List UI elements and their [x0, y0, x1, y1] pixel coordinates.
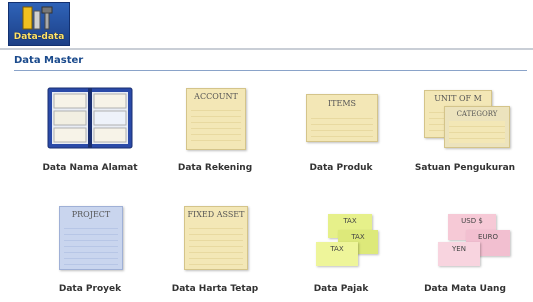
project-document-icon: Project: [35, 204, 145, 274]
data-data-logo-button[interactable]: Data-data: [8, 2, 70, 46]
tile-data-mata-uang[interactable]: USD $ EURO YEN Data Mata Uang: [410, 204, 520, 302]
tile-label: Data Rekening: [177, 163, 253, 173]
tile-label: Data Pajak: [313, 284, 369, 294]
tile-label: Satuan Pengukuran: [414, 163, 516, 173]
tools-icon: [22, 6, 53, 30]
icon-text: Fixed Asset: [187, 210, 245, 219]
tile-label: Data Harta Tetap: [171, 284, 259, 294]
tile-label: Data Proyek: [58, 284, 122, 294]
tax-notes-icon: TAX TAX TAX: [286, 204, 396, 274]
icon-text: Unit of M: [434, 94, 482, 103]
tile-label: Data Produk: [309, 163, 373, 173]
section-divider: [14, 70, 527, 71]
tile-data-harta-tetap[interactable]: Fixed Asset Data Harta Tetap: [160, 204, 270, 302]
icon-text: Project: [71, 210, 111, 219]
tile-label: Data Nama Alamat: [42, 163, 138, 173]
note: YEN: [438, 242, 480, 266]
top-toolbar: Data-data: [0, 0, 533, 48]
icon-text: Items: [327, 99, 356, 108]
tile-data-proyek[interactable]: Project Data Proyek: [35, 204, 145, 302]
tile-data-nama-alamat[interactable]: Data Nama Alamat: [35, 84, 145, 194]
account-document-icon: Account: [160, 84, 270, 154]
address-book-icon: [35, 84, 145, 154]
tile-satuan-pengukuran[interactable]: Unit of M Category Satuan Pengukuran: [410, 84, 520, 194]
section-title: Data Master: [14, 55, 84, 66]
icon-text: Category: [456, 110, 498, 118]
fixed-asset-document-icon: Fixed Asset: [160, 204, 270, 274]
tile-data-rekening[interactable]: Account Data Rekening: [160, 84, 270, 194]
unit-of-measure-icon: Unit of M Category: [410, 84, 520, 154]
tile-label: Data Mata Uang: [424, 284, 506, 294]
items-document-icon: Items: [286, 84, 396, 154]
tile-data-pajak[interactable]: TAX TAX TAX Data Pajak: [286, 204, 396, 302]
toolbar-divider: [0, 48, 533, 50]
currency-notes-icon: USD $ EURO YEN: [410, 204, 520, 274]
icon-text: Account: [194, 92, 238, 101]
note: TAX: [316, 242, 358, 266]
logo-caption: Data-data: [13, 32, 65, 42]
tile-data-produk[interactable]: Items Data Produk: [286, 84, 396, 194]
